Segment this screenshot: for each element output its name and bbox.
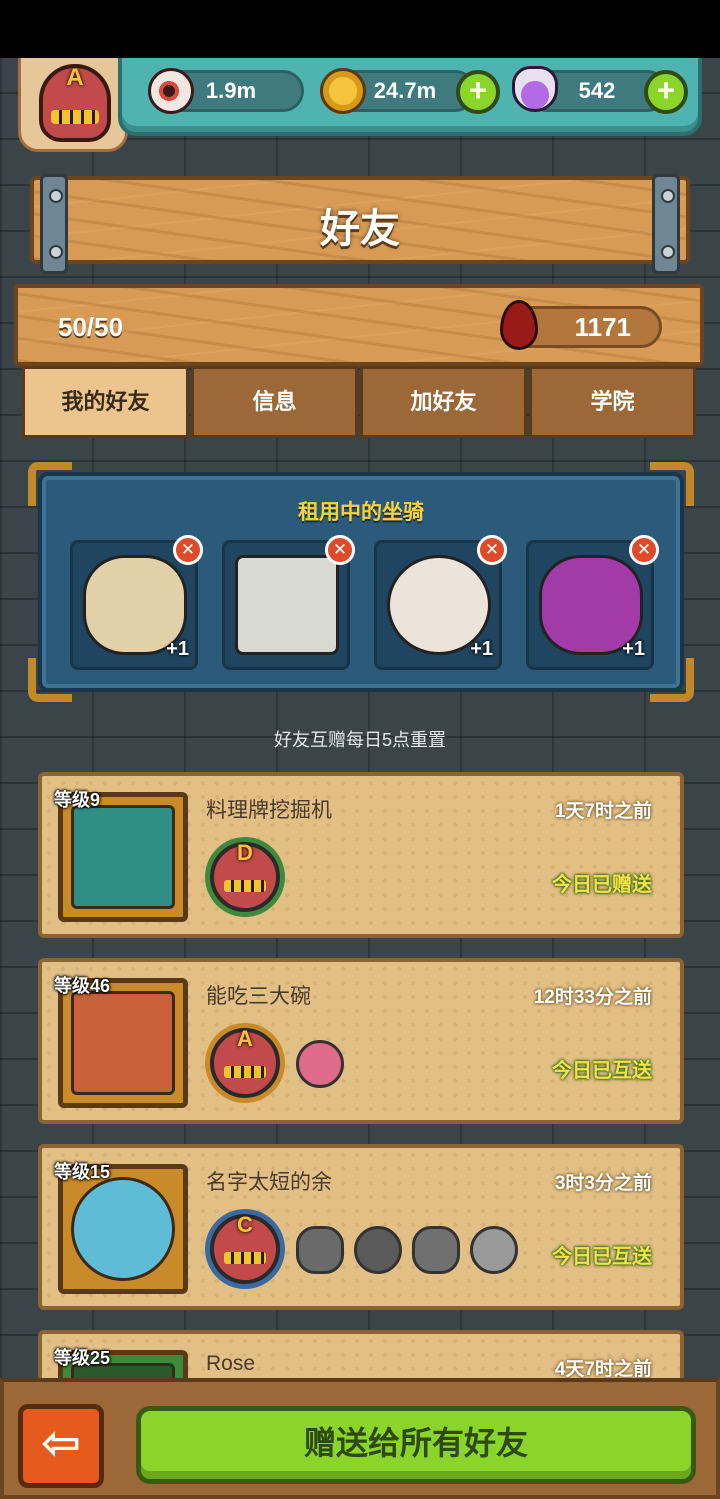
bracket-right <box>652 174 680 274</box>
friend-level: 等级15 <box>54 1162 111 1182</box>
mounts-title: 租用中的坐骑 <box>298 501 424 524</box>
mount-bonus: +1 <box>470 638 493 660</box>
friend-name: Rose <box>206 1352 256 1375</box>
gift-status: 今日已互送 <box>552 1246 652 1268</box>
blood-points-value: 1171 <box>574 312 631 342</box>
mount-card[interactable]: ✕ +1 <box>374 535 507 670</box>
tab-messages[interactable]: 信息 <box>191 366 358 438</box>
back-button[interactable]: ⇦ <box>18 1404 104 1488</box>
mount-bonus: +1 <box>622 638 645 660</box>
friend-rank-icon: C <box>210 1212 280 1284</box>
remove-mount-button[interactable]: ✕ <box>629 535 659 565</box>
tab-add-friend[interactable]: 加好友 <box>360 366 527 438</box>
clown-mount-icon <box>296 1040 344 1088</box>
friend-card[interactable]: 等级46 能吃三大碗 12时33分之前 A 今日已互送 <box>38 958 684 1124</box>
add-coins-button[interactable]: + <box>456 70 500 114</box>
page-title: 好友 <box>320 207 400 251</box>
friend-card[interactable]: 等级15 名字太短的余 3时3分之前 C 今日已互送 <box>38 1144 684 1310</box>
mount-card[interactable]: ✕ <box>222 535 355 670</box>
mount-bonus: +1 <box>166 638 189 660</box>
friends-tabs: 我的好友 信息 加好友 学院 <box>22 366 698 438</box>
pufferfish-icon <box>470 1226 518 1274</box>
remove-mount-button[interactable]: ✕ <box>477 535 507 565</box>
player-rank-badge[interactable]: A <box>18 58 128 152</box>
potion-value: 542 <box>578 78 616 103</box>
friend-rank-icon: A <box>210 1026 280 1098</box>
friend-count: 50/50 <box>58 312 124 342</box>
eyeball-icon <box>148 68 194 114</box>
friend-name: 料理牌挖掘机 <box>206 799 332 822</box>
coin-value: 24.7m <box>373 78 437 103</box>
remove-mount-button[interactable]: ✕ <box>173 535 203 565</box>
friend-name: 名字太短的余 <box>206 1171 332 1194</box>
fish-bubble-avatar-icon <box>71 1177 175 1281</box>
gift-all-friends-button[interactable]: 赠送给所有好友 <box>136 1406 696 1484</box>
gift-status: 今日已赠送 <box>552 874 652 896</box>
last-online: 1天7时之前 <box>554 801 652 822</box>
daily-reset-note: 好友互赠每日5点重置 <box>273 730 446 750</box>
title-banner: 好友 <box>30 174 690 274</box>
tab-my-friends[interactable]: 我的好友 <box>22 366 189 438</box>
resource-bar: 1.9m 24.7m + 542 + <box>118 58 702 136</box>
tab-academy[interactable]: 学院 <box>529 366 696 438</box>
last-online: 12时33分之前 <box>533 987 652 1008</box>
friend-count-bar: 50/50 1171 <box>14 284 704 366</box>
gift-status: 今日已互送 <box>552 1060 652 1082</box>
robot-machine-mount-icon <box>235 555 339 655</box>
friend-level: 等级46 <box>54 976 111 996</box>
rank-letter: A <box>66 64 84 91</box>
girl-avatar-icon <box>71 991 175 1095</box>
drill-crab-icon <box>412 1226 460 1274</box>
mount-card[interactable]: ✕ +1 <box>526 535 659 670</box>
friend-level: 等级25 <box>54 1348 111 1368</box>
spiked-ball-icon <box>354 1226 402 1274</box>
friend-level: 等级9 <box>54 790 101 810</box>
potion-icon <box>512 66 558 112</box>
last-online: 4天7时之前 <box>554 1359 652 1380</box>
add-potions-button[interactable]: + <box>644 70 688 114</box>
friend-name: 能吃三大碗 <box>206 985 311 1008</box>
rented-mounts-panel: 租用中的坐骑 ✕ +1 ✕ ✕ +1 ✕ +1 <box>28 462 694 702</box>
rank-emblem-icon: A <box>39 64 111 142</box>
coin-icon <box>320 68 366 114</box>
bottom-action-bar: ⇦ 赠送给所有好友 <box>0 1378 720 1499</box>
remove-mount-button[interactable]: ✕ <box>325 535 355 565</box>
mount-card[interactable]: ✕ +1 <box>70 535 203 670</box>
last-online: 3时3分之前 <box>554 1173 652 1194</box>
arrow-left-icon: ⇦ <box>40 1417 82 1470</box>
friend-card[interactable]: 等级9 料理牌挖掘机 1天7时之前 D 今日已赠送 <box>38 772 684 938</box>
bird-avatar-icon <box>71 805 175 909</box>
status-bar <box>0 0 720 58</box>
eyeball-value: 1.9m <box>205 78 257 103</box>
friend-rank-icon: D <box>210 840 280 912</box>
drill-vehicle-icon <box>296 1226 344 1274</box>
